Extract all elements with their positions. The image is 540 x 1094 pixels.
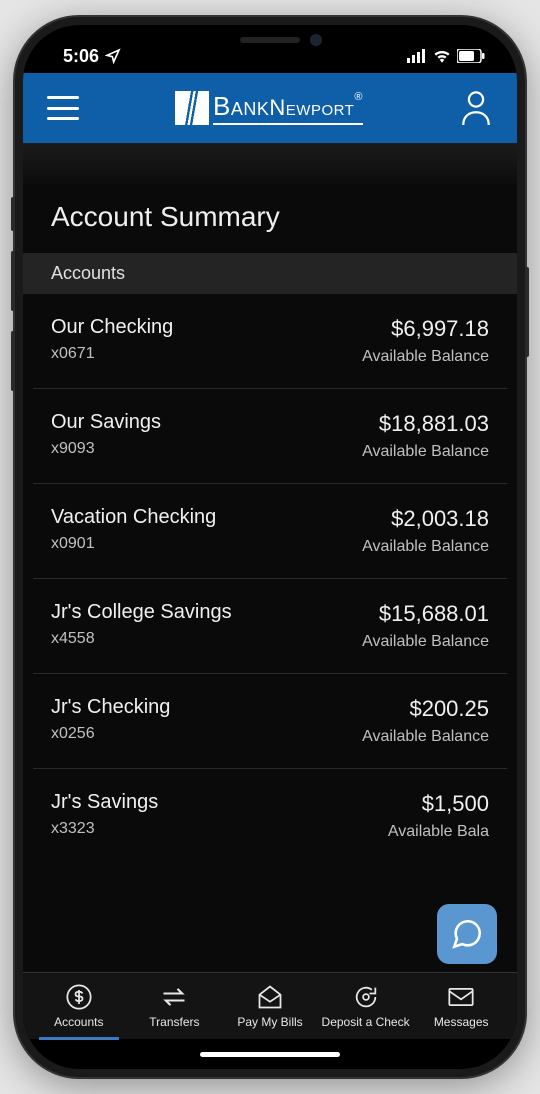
- account-name: Our Savings: [51, 411, 161, 434]
- chat-button[interactable]: [437, 904, 497, 964]
- main-content: Account Summary Accounts Our Checking x0…: [23, 143, 517, 972]
- notch: [180, 25, 360, 55]
- account-number: x0256: [51, 725, 170, 743]
- tab-bar: Accounts Transfers Pay My Bills Deposit …: [23, 972, 517, 1039]
- balance-label: Available Balance: [362, 633, 489, 651]
- user-icon: [459, 89, 493, 127]
- tab-accounts[interactable]: Accounts: [31, 983, 127, 1039]
- phone-frame: 5:06 BankNewport® Account Summa: [15, 17, 525, 1077]
- profile-button[interactable]: [459, 89, 493, 127]
- page-title: Account Summary: [23, 185, 517, 253]
- brand-logo[interactable]: BankNewport®: [175, 91, 363, 125]
- dollar-circle-icon: [65, 983, 93, 1011]
- tab-label: Accounts: [54, 1015, 103, 1029]
- account-name: Jr's Savings: [51, 791, 158, 814]
- account-row[interactable]: Jr's Savings x3323 $1,500 Available Bala: [23, 769, 517, 863]
- account-name: Our Checking: [51, 316, 173, 339]
- account-balance: $6,997.18: [362, 316, 489, 342]
- tab-label: Messages: [434, 1015, 489, 1029]
- home-bar: [23, 1039, 517, 1069]
- tab-messages[interactable]: Messages: [413, 983, 509, 1039]
- transfer-icon: [160, 983, 188, 1011]
- account-number: x4558: [51, 630, 232, 648]
- tab-label: Pay My Bills: [237, 1015, 302, 1029]
- envelope-open-icon: [256, 983, 284, 1011]
- account-name: Jr's College Savings: [51, 601, 232, 624]
- status-time: 5:06: [63, 46, 99, 67]
- account-balance: $18,881.03: [362, 411, 489, 437]
- app-header: BankNewport®: [23, 73, 517, 143]
- account-balance: $1,500: [388, 791, 489, 817]
- account-number: x0901: [51, 535, 216, 553]
- account-balance: $2,003.18: [362, 506, 489, 532]
- battery-icon: [457, 49, 485, 63]
- menu-button[interactable]: [47, 96, 79, 120]
- location-icon: [105, 48, 121, 64]
- account-row[interactable]: Our Checking x0671 $6,997.18 Available B…: [23, 294, 517, 388]
- account-row[interactable]: Vacation Checking x0901 $2,003.18 Availa…: [23, 484, 517, 578]
- balance-label: Available Balance: [362, 728, 489, 746]
- tab-transfers[interactable]: Transfers: [127, 983, 223, 1039]
- balance-label: Available Balance: [362, 538, 489, 556]
- chat-icon: [450, 917, 484, 951]
- account-number: x0671: [51, 345, 173, 363]
- account-row[interactable]: Jr's Checking x0256 $200.25 Available Ba…: [23, 674, 517, 768]
- account-balance: $15,688.01: [362, 601, 489, 627]
- balance-label: Available Balance: [362, 348, 489, 366]
- account-row[interactable]: Jr's College Savings x4558 $15,688.01 Av…: [23, 579, 517, 673]
- account-number: x3323: [51, 820, 158, 838]
- tab-pay-bills[interactable]: Pay My Bills: [222, 983, 318, 1039]
- account-balance: $200.25: [362, 696, 489, 722]
- logo-mark-icon: [175, 91, 209, 125]
- brand-name: BankNewport®: [213, 91, 363, 125]
- account-row[interactable]: Our Savings x9093 $18,881.03 Available B…: [23, 389, 517, 483]
- mail-icon: [447, 983, 475, 1011]
- account-number: x9093: [51, 440, 161, 458]
- balance-label: Available Balance: [362, 443, 489, 461]
- home-indicator[interactable]: [200, 1052, 340, 1057]
- tab-label: Transfers: [149, 1015, 199, 1029]
- tab-label: Deposit a Check: [322, 1015, 410, 1029]
- section-header: Accounts: [23, 253, 517, 294]
- cellular-icon: [407, 49, 427, 63]
- camera-refresh-icon: [352, 983, 380, 1011]
- tab-deposit-check[interactable]: Deposit a Check: [318, 983, 414, 1039]
- wifi-icon: [433, 49, 451, 63]
- account-name: Jr's Checking: [51, 696, 170, 719]
- account-name: Vacation Checking: [51, 506, 216, 529]
- balance-label: Available Bala: [388, 823, 489, 841]
